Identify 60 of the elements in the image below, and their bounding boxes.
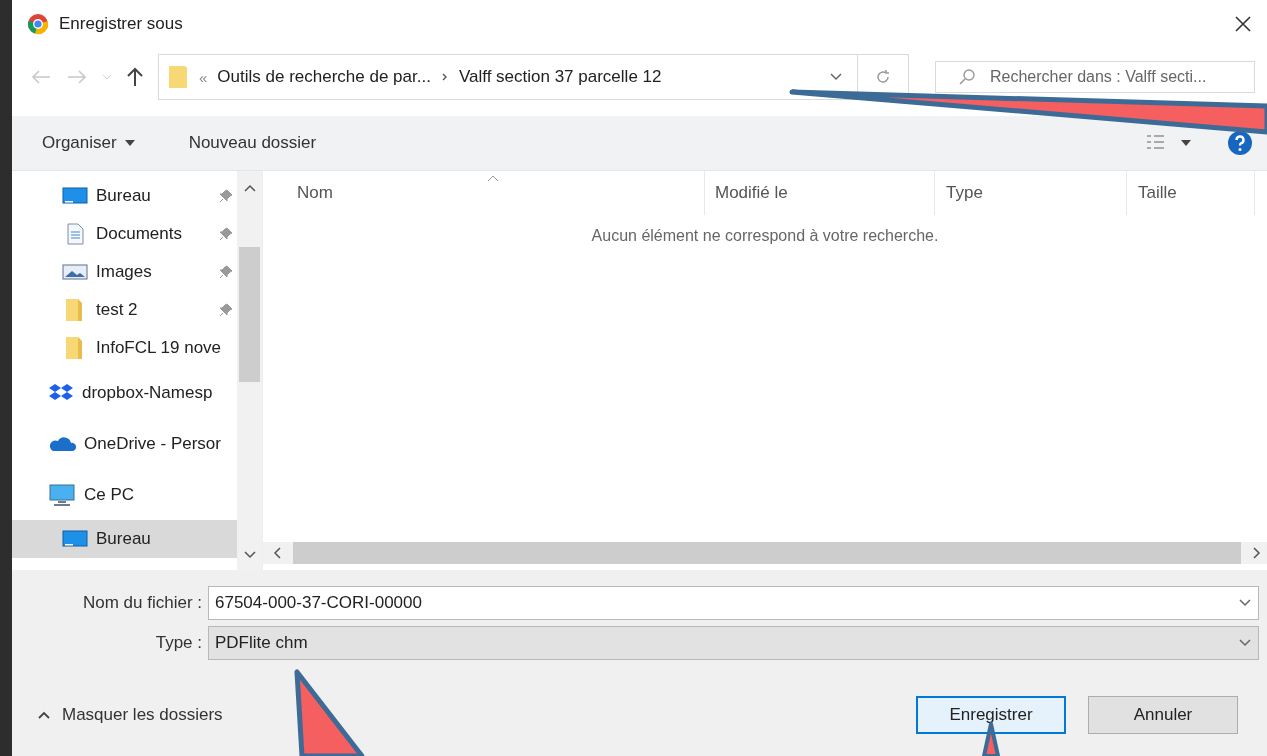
close-icon	[1234, 15, 1252, 33]
window-title: Enregistrer sous	[59, 14, 184, 34]
search-box[interactable]: Rechercher dans : Valff secti...	[935, 61, 1255, 93]
filename-field[interactable]: 67504-000-37-CORI-00000	[208, 586, 1259, 620]
sidebar-item[interactable]: Bureau	[12, 520, 237, 558]
sidebar-item[interactable]: test 2	[12, 291, 237, 329]
caret-icon	[124, 140, 135, 146]
caret-up-icon	[38, 711, 50, 719]
column-header[interactable]: Type	[935, 171, 1127, 215]
desktop-icon	[62, 529, 88, 549]
chevron-right-icon	[440, 72, 449, 82]
column-header[interactable]: Nom	[263, 171, 705, 215]
breadcrumb-segment[interactable]: Outils de recherche de par...	[217, 67, 431, 87]
sidebar-item[interactable]: OneDrive - Persor	[12, 418, 237, 469]
scroll-down-icon[interactable]	[243, 550, 256, 560]
refresh-icon[interactable]	[874, 68, 892, 86]
up-arrow-icon[interactable]	[126, 67, 144, 87]
image-icon	[62, 262, 88, 282]
empty-message: Aucun élément ne correspond à votre recherche.	[590, 227, 940, 245]
folder-icon	[167, 64, 189, 90]
scroll-up-icon[interactable]	[243, 183, 256, 193]
dropdown-chevron-icon[interactable]	[1238, 639, 1252, 647]
sidebar-item[interactable]: Images	[12, 253, 237, 291]
pin-icon[interactable]	[219, 265, 233, 279]
callout-arrow	[982, 722, 1000, 756]
hide-folders-button[interactable]: Masquer les dossiers	[32, 704, 229, 726]
cloud-icon	[48, 434, 76, 453]
computer-icon	[48, 483, 76, 506]
browser-logo-icon	[27, 13, 49, 35]
new-folder-button[interactable]: Nouveau dossier	[186, 129, 319, 157]
dialog-button[interactable]: Annuler	[1088, 696, 1238, 734]
type-label: Type :	[154, 633, 203, 653]
sidebar-item[interactable]: Bureau	[12, 177, 237, 215]
dropdown-chevron-icon[interactable]	[829, 73, 843, 81]
column-header[interactable]: Taille	[1127, 171, 1255, 215]
sidebar-item[interactable]: InfoFCL 19 nove	[12, 329, 237, 367]
address-bar[interactable]: « Outils de recherche de par... Valff section 37 parcelle 12	[158, 54, 909, 100]
search-field[interactable]: Rechercher dans : Valff secti...	[990, 67, 1245, 87]
scroll-left-icon[interactable]	[273, 547, 283, 559]
sort-caret-icon	[487, 175, 499, 182]
scrollbar[interactable]	[237, 171, 262, 570]
pin-icon[interactable]	[219, 303, 233, 317]
column-header[interactable]: Modifié le	[705, 171, 935, 215]
search-icon	[958, 68, 976, 86]
scroll-right-icon[interactable]	[1251, 547, 1261, 559]
organize-menu-button[interactable]: Organiser	[40, 129, 137, 157]
sidebar-item[interactable]: Ce PC	[12, 469, 237, 520]
pin-icon[interactable]	[219, 189, 233, 203]
filename-label: Nom du fichier :	[81, 593, 203, 613]
help-icon[interactable]	[1227, 130, 1253, 156]
dialog-button[interactable]: Enregistrer	[916, 696, 1066, 734]
sidebar-item[interactable]: dropbox-Namesp	[12, 367, 237, 418]
dropdown-chevron-icon[interactable]	[1238, 599, 1252, 607]
breadcrumb-segment[interactable]: Valff section 37 parcelle 12	[458, 67, 662, 87]
type-dropdown[interactable]: PDFlite chm	[208, 626, 1259, 660]
pin-icon[interactable]	[219, 227, 233, 241]
desktop-icon	[62, 186, 88, 206]
scrollbar[interactable]	[263, 542, 1267, 564]
sidebar-item[interactable]: Documents	[12, 215, 237, 253]
overflow-chevron[interactable]: «	[199, 68, 208, 86]
